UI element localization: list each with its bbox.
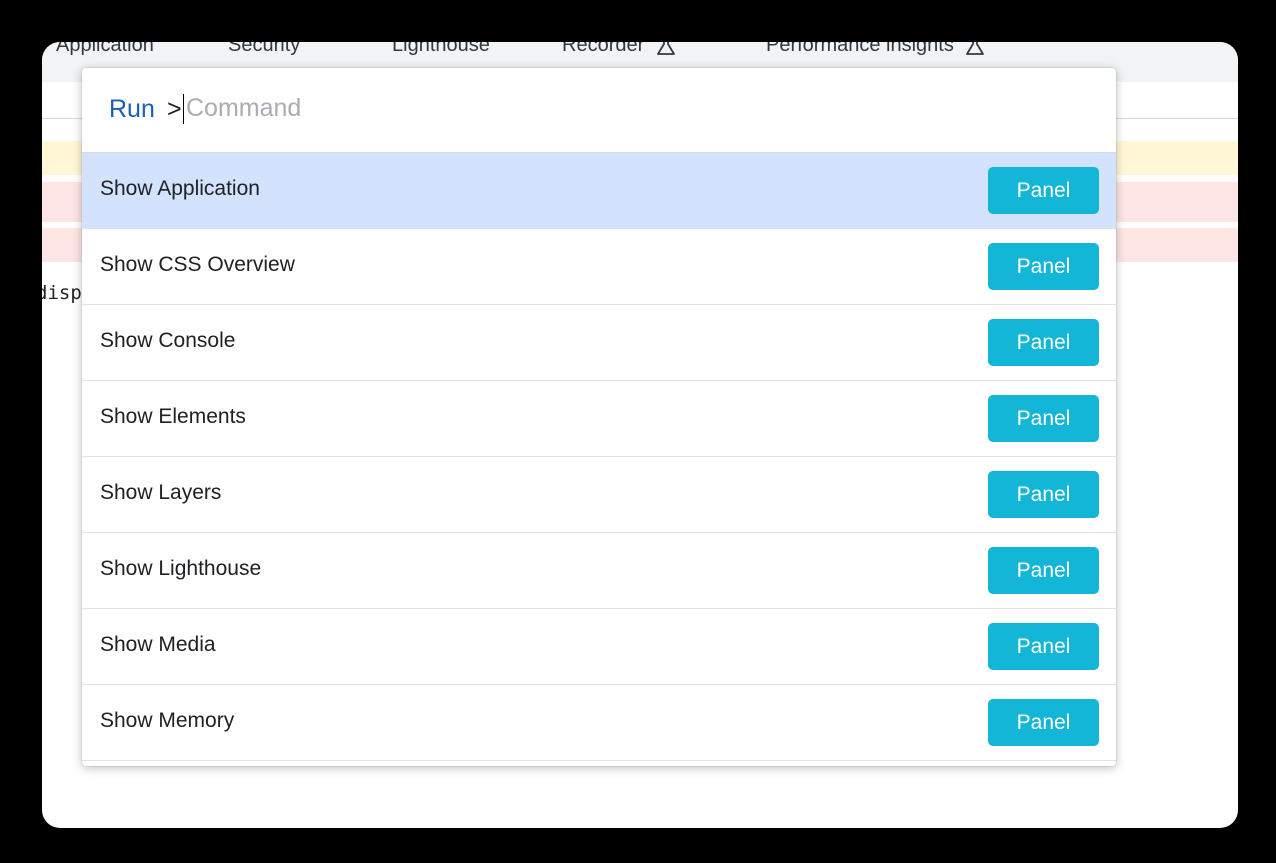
tab-performance-insights[interactable]: Performance insights: [766, 42, 985, 58]
console-code-text: disp: [42, 282, 82, 304]
command-item-label: Show Lighthouse: [100, 557, 262, 580]
tab-label: Performance insights: [766, 42, 954, 56]
command-prompt-row: Run >: [82, 68, 1116, 153]
tab-label: Lighthouse: [392, 42, 490, 56]
command-item[interactable]: Show Application Panel: [82, 153, 1116, 229]
tab-application[interactable]: Application: [56, 42, 154, 58]
command-category-badge: Panel: [988, 471, 1099, 518]
command-item-label: Show Media: [100, 633, 216, 656]
tab-label: Security: [228, 42, 301, 56]
tab-label: Application: [56, 42, 154, 56]
command-category-badge: Panel: [988, 395, 1099, 442]
command-item[interactable]: Show Media Panel: [82, 609, 1116, 685]
command-category-badge: Panel: [988, 319, 1099, 366]
command-item[interactable]: Show Lighthouse Panel: [82, 533, 1116, 609]
command-category-badge: Panel: [988, 623, 1099, 670]
command-menu: Run > Show ApplicationPanelShow CSS Over…: [82, 68, 1116, 766]
tab-label: Recorder: [562, 42, 645, 56]
tab-security[interactable]: Security: [228, 42, 300, 58]
command-item-label: Show Console: [100, 329, 236, 352]
tab-lighthouse[interactable]: Lighthouse: [392, 42, 490, 58]
text-caret: [183, 94, 184, 124]
experiment-flask-icon: [656, 42, 676, 59]
experiment-flask-icon: [965, 42, 985, 59]
command-list: Show Application Panel Show CSS Overview Pa…: [82, 153, 1116, 761]
command-input[interactable]: [186, 88, 786, 128]
command-item-label: Show Layers: [100, 481, 222, 504]
command-item-label: Show Memory: [100, 709, 235, 732]
command-item-label: Show Elements: [100, 405, 246, 428]
command-item-label: Show Application: [100, 177, 260, 200]
command-category-badge: Panel: [988, 699, 1099, 746]
command-item[interactable]: Show Elements Panel: [82, 381, 1116, 457]
command-item-label: Show CSS Overview: [100, 253, 295, 276]
prompt-symbol: >: [167, 95, 182, 123]
device-frame: Application Security Lighthouse Recorder…: [0, 0, 1276, 863]
command-item[interactable]: Show Layers Panel: [82, 457, 1116, 533]
command-item[interactable]: Show Console Panel: [82, 305, 1116, 381]
command-item[interactable]: Show Memory Panel: [82, 685, 1116, 761]
command-category-badge: Panel: [988, 243, 1099, 290]
run-prefix-label: Run: [109, 95, 155, 123]
command-category-badge: Panel: [988, 167, 1099, 214]
command-category-badge: Panel: [988, 547, 1099, 594]
tab-recorder[interactable]: Recorder: [562, 42, 676, 58]
command-item[interactable]: Show CSS Overview Panel: [82, 229, 1116, 305]
